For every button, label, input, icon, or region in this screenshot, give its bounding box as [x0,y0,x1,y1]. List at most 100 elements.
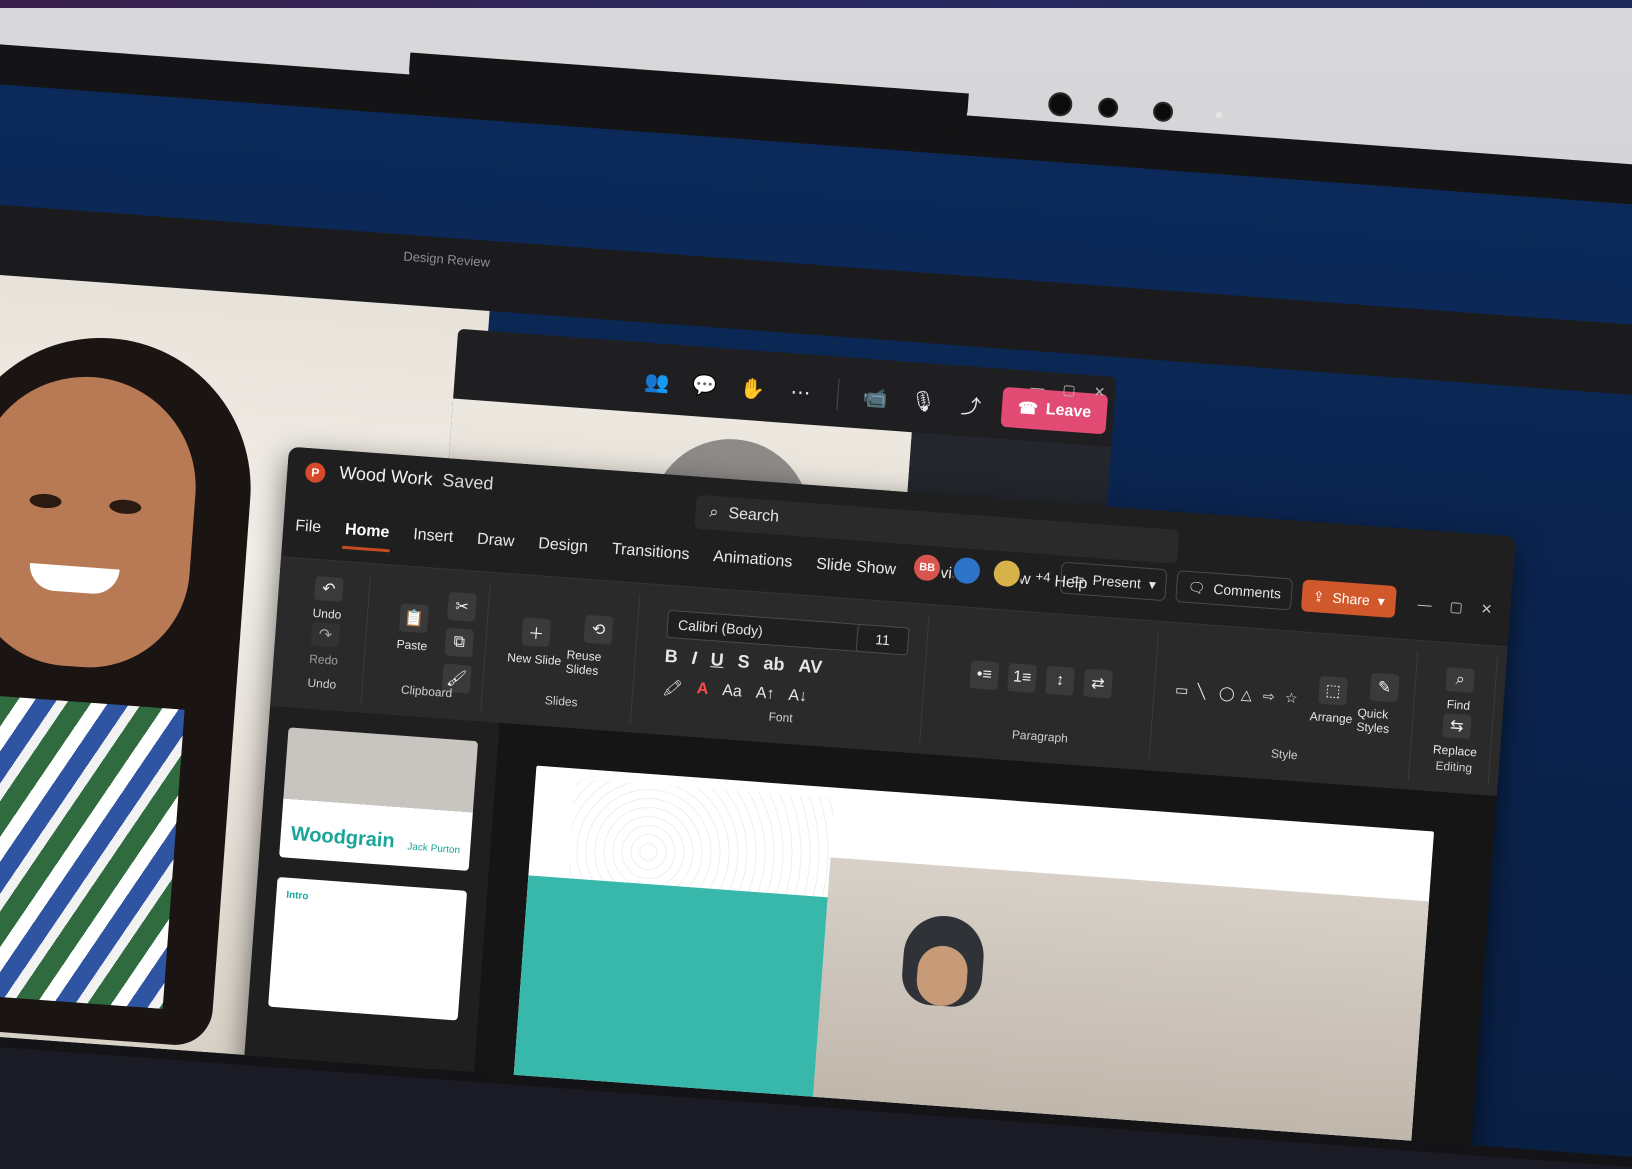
close-icon[interactable]: ✕ [1480,600,1493,618]
top-accent-bar [0,0,1632,8]
group-style: ▭ ╲ ◯ △ ⇨ ☆ ⬚ Arrange ✎ Quick Styles Style [1158,632,1419,781]
shapes-gallery[interactable]: ▭ ╲ ◯ △ ⇨ ☆ [1173,645,1304,742]
rectangle-shape-icon: ▭ [1174,680,1190,698]
cut-icon: ✂ [446,591,477,622]
avatar[interactable]: BB [911,551,944,584]
tab-design[interactable]: Design [535,529,591,563]
paste-button[interactable]: 📋 Paste [386,591,441,664]
new-slide-button[interactable]: ＋ New Slide [502,598,568,686]
present-label: Present [1092,571,1142,592]
close-icon[interactable]: ✕ [1093,383,1106,401]
group-font: Calibri (Body) 11 B I U S ab AV 🖍 A Aa A… [639,594,930,745]
tab-transitions[interactable]: Transitions [609,534,693,570]
strikethrough-icon[interactable]: ab [763,653,785,675]
paragraph-icons: •≡ 1≡ ↕ ⇄ [969,660,1113,699]
quick-styles-button[interactable]: ✎ Quick Styles [1355,659,1411,750]
reuse-slides-button[interactable]: ⟲ Reuse Slides [564,603,630,691]
increase-font-icon[interactable]: A↑ [755,685,775,706]
shadow-icon[interactable]: S [737,651,750,673]
new-slide-label: New Slide [506,650,562,669]
font-family-select[interactable]: Calibri (Body) [666,609,865,653]
tab-slide-show[interactable]: Slide Show [813,549,899,585]
minimize-icon[interactable]: — [1417,595,1432,613]
arrange-icon: ⬚ [1318,675,1349,706]
font-color-icon[interactable]: A [696,680,709,701]
bold-icon[interactable]: B [664,646,678,668]
reuse-slides-label: Reuse Slides [565,647,602,678]
decrease-font-icon[interactable]: A↓ [788,687,808,708]
font-format-row: B I U S ab AV [664,646,823,678]
reuse-slides-icon: ⟲ [583,614,614,645]
more-collaborators[interactable]: +4 [1035,568,1051,584]
mic-off-icon[interactable]: 🎙 [905,383,941,419]
find-button[interactable]: ⌕ Find [1431,666,1488,714]
avatar[interactable] [950,554,984,587]
replace-button[interactable]: ⇆ Replace [1428,712,1485,760]
teal-block [513,875,848,1109]
share-button[interactable]: ⇪ Share ▾ [1300,579,1397,619]
comments-button[interactable]: 🗨 Comments [1175,570,1294,611]
people-icon[interactable]: 👥 [639,363,675,399]
highlight-icon[interactable]: 🖍 [662,678,684,699]
avatar[interactable] [990,557,1023,590]
slide-thumbnails: Woodgrain Jack Purton Intro [243,705,501,1082]
undo-label: Undo [312,605,342,622]
italic-icon[interactable]: I [691,648,697,669]
powerpoint-logo: P [304,461,327,484]
chat-icon[interactable]: 💬 [687,367,723,403]
tab-draw[interactable]: Draw [474,525,517,558]
oval-shape-icon: ◯ [1218,683,1236,702]
redo-button[interactable]: ↷ Redo [293,621,356,669]
document-title-area: Wood Work Saved [338,462,494,494]
raise-hand-icon[interactable]: ✋ [734,370,770,406]
ppt-window-controls: — ▢ ✕ [1417,595,1493,617]
teams-window-title: Design Review [402,248,491,270]
divider [836,378,840,411]
paste-icon: 📋 [398,603,429,634]
paragraph-controls[interactable]: •≡ 1≡ ↕ ⇄ [943,629,1139,731]
replace-label: Replace [1432,742,1478,760]
maximize-icon[interactable]: ▢ [1449,598,1463,616]
replace-icon: ⇆ [1441,712,1472,739]
cut-button[interactable]: ✂ [445,590,479,624]
change-case-icon[interactable]: Aa [721,682,743,703]
arrange-label: Arrange [1309,709,1353,727]
undo-icon: ↶ [313,575,344,602]
chevron-down-icon: ▾ [1148,575,1157,592]
share-screen-icon[interactable]: ⤴ [953,386,989,422]
line-spacing-icon: ↕ [1045,665,1076,696]
line-shape-icon: ╲ [1196,682,1207,699]
group-clipboard: 📋 Paste ✂ ⧉ 🖌 Clipboard [370,574,491,713]
comment-icon: 🗨 [1187,578,1207,596]
laptop: Design Review 👥 💬 ✋ ⋯ 📹 🎙 ⤴ ☎ Leave — ▢ … [0,40,1632,1169]
group-label: Slides [544,693,579,710]
text-direction-icon: ⇄ [1082,668,1113,699]
chevron-down-icon: ▾ [1377,592,1386,609]
group-slides: ＋ New Slide ⟲ Reuse Slides Slides [490,583,641,724]
star-shape-icon: ☆ [1284,688,1299,706]
document-title: Wood Work [338,462,434,490]
tab-insert[interactable]: Insert [410,520,456,553]
tab-file[interactable]: File [292,511,324,543]
share-icon: ⇪ [1312,587,1326,605]
font-size-select[interactable]: 11 [855,623,910,656]
group-editing: ⌕ Find ⇆ Replace Editing [1417,651,1499,787]
arrange-button[interactable]: ⬚ Arrange [1305,655,1359,746]
copy-button[interactable]: ⧉ [442,626,476,660]
maximize-icon[interactable]: ▢ [1062,381,1076,399]
undo-button[interactable]: ↶ Undo [297,575,360,623]
camera-icon[interactable]: 📹 [857,379,893,415]
shapes-grid: ▭ ╲ ◯ △ ⇨ ☆ [1175,681,1302,707]
tab-animations[interactable]: Animations [710,542,795,578]
slide-thumbnail-1[interactable]: Woodgrain Jack Purton [279,727,479,871]
underline-icon[interactable]: U [710,649,724,671]
group-label: Undo [307,675,337,692]
more-icon[interactable]: ⋯ [782,374,818,410]
comments-label: Comments [1212,580,1282,602]
find-icon: ⌕ [1445,667,1476,694]
character-spacing-icon[interactable]: AV [798,656,823,679]
participant-scarf [0,690,185,1009]
slide-thumbnail-2[interactable]: Intro [268,876,468,1021]
tab-home[interactable]: Home [342,515,393,548]
minimize-icon[interactable]: — [1030,379,1045,397]
